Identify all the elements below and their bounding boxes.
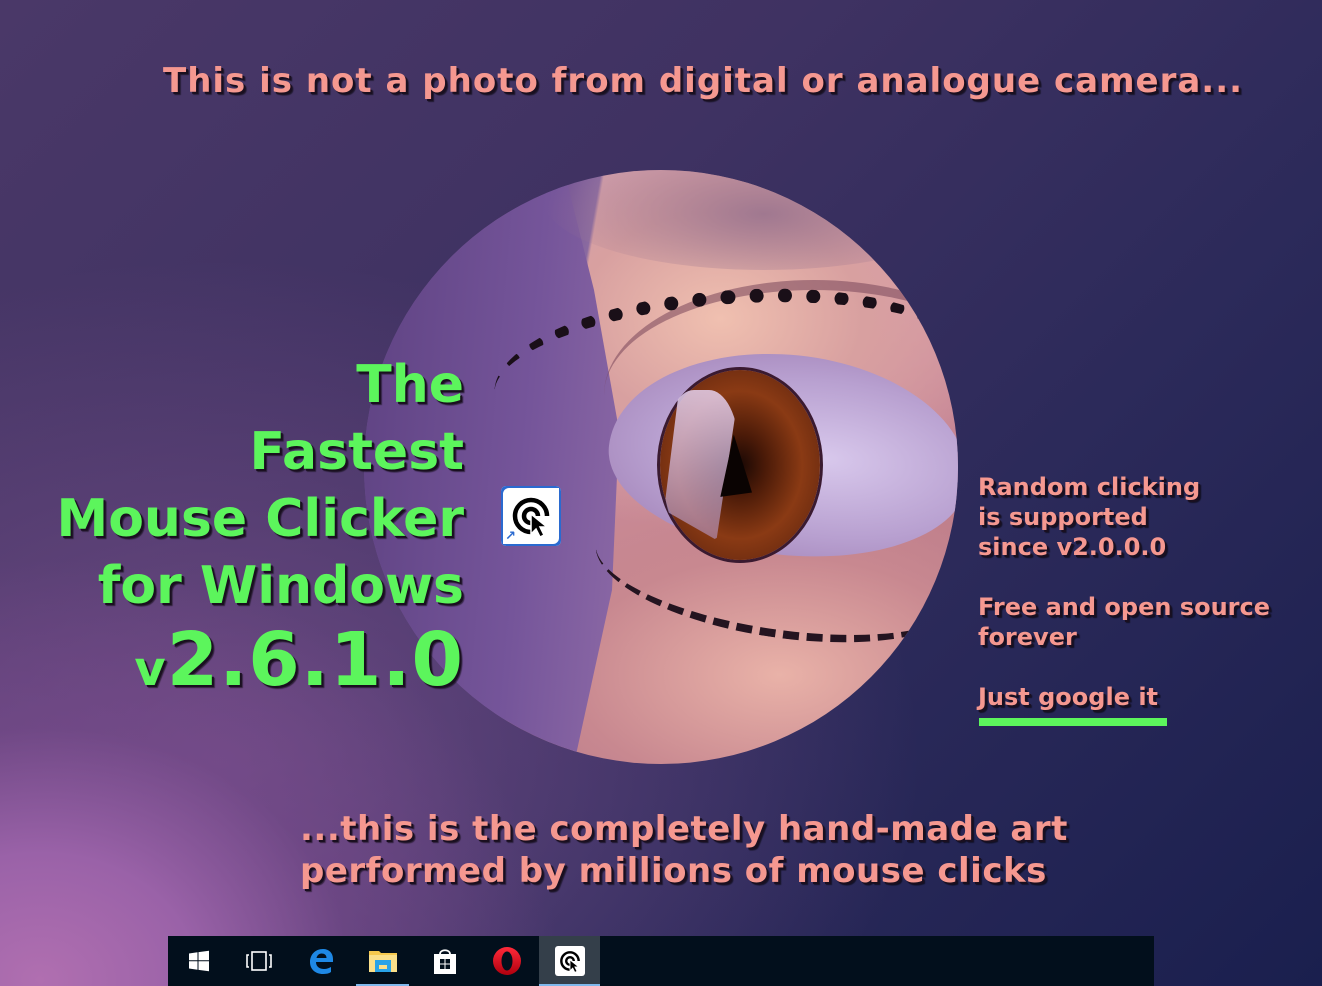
google-underline xyxy=(979,718,1167,726)
version-number: 2.6.1.0 xyxy=(166,617,464,703)
title-line-4: for Windows xyxy=(97,556,464,616)
bottom-caption-line-1: ...this is the completely hand-made art xyxy=(300,809,1068,849)
note-open-source-line-2: forever xyxy=(978,623,1077,651)
windows-logo-icon xyxy=(188,950,209,972)
taskbar-start-button[interactable] xyxy=(168,936,229,986)
note-open-source-line-1: Free and open source xyxy=(978,593,1271,621)
taskbar-opera-button[interactable] xyxy=(476,936,537,986)
bottom-caption-line-2: performed by millions of mouse clicks xyxy=(300,851,1047,891)
taskbar-task-view-button[interactable] xyxy=(228,936,289,986)
taskbar-mouse-clicker-button[interactable] xyxy=(539,936,600,986)
opera-browser-icon xyxy=(492,947,521,975)
note-random-line-1: Random clicking xyxy=(978,473,1201,501)
bottom-caption: ...this is the completely hand-made art … xyxy=(300,808,1068,892)
product-title: The Fastest Mouse Clicker for Windows v2… xyxy=(56,352,464,709)
edge-browser-icon xyxy=(309,949,333,974)
store-bag-icon xyxy=(433,949,456,974)
taskbar-file-explorer-button[interactable] xyxy=(352,936,413,986)
artwork-brow xyxy=(544,170,958,270)
title-line-1: The xyxy=(356,355,464,415)
taskbar-edge-button[interactable] xyxy=(290,936,351,986)
taskbar-store-button[interactable] xyxy=(414,936,475,986)
top-caption: This is not a photo from digital or anal… xyxy=(163,61,1244,101)
note-random-line-3: since v2.0.0.0 xyxy=(978,533,1167,561)
feature-notes: Random clicking is supported since v2.0.… xyxy=(978,472,1270,712)
title-line-2: Fastest xyxy=(249,422,464,482)
note-random-line-2: is supported xyxy=(978,503,1148,531)
taskbar xyxy=(168,936,1154,986)
desktop-shortcut-mouse-clicker[interactable]: ↗ xyxy=(501,486,563,548)
mouse-clicker-target-cursor-icon xyxy=(559,951,580,973)
version-label: v2.6.1.0 xyxy=(56,620,464,709)
note-google: Just google it xyxy=(978,683,1159,711)
title-line-3: Mouse Clicker xyxy=(56,489,464,549)
version-prefix: v xyxy=(134,641,167,697)
task-view-icon xyxy=(245,951,272,971)
folder-icon xyxy=(368,951,397,972)
shortcut-arrow-icon: ↗ xyxy=(503,529,518,544)
mouse-clicker-taskbar-tile xyxy=(554,946,585,976)
